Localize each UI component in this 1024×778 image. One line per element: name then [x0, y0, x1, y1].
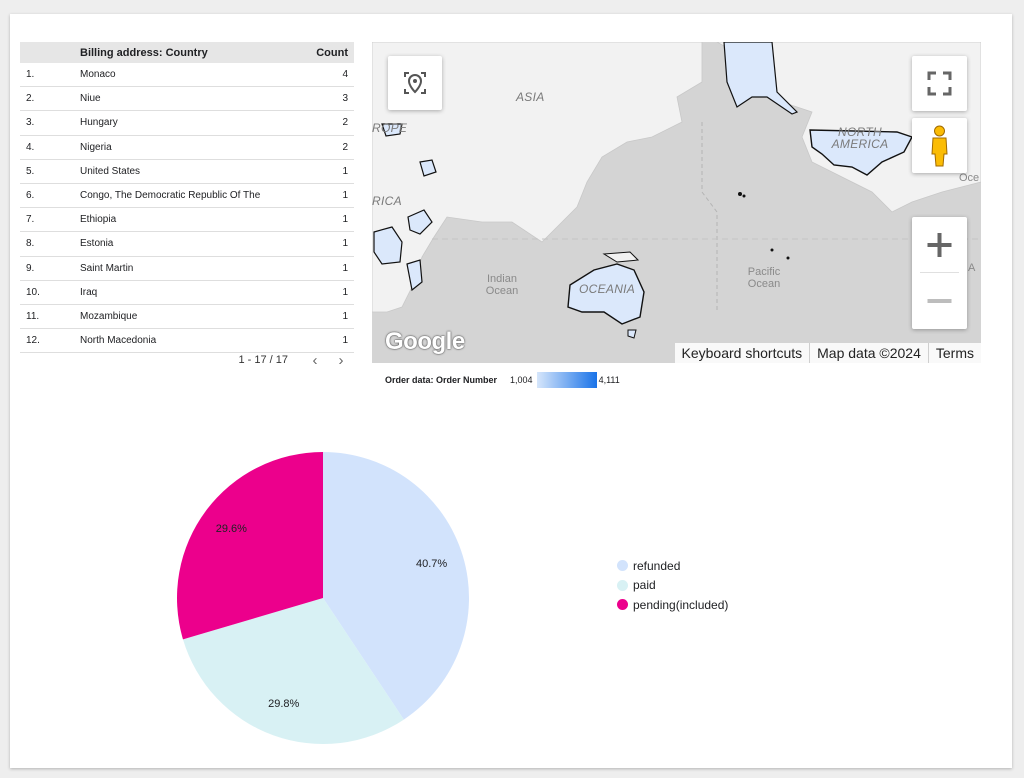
legend-label: paid	[633, 578, 656, 593]
pie-slice-label: 29.6%	[215, 522, 247, 535]
legend-dot-icon	[617, 560, 628, 572]
pie-legend: refunded paid pending(included)	[617, 556, 728, 615]
legend-label: pending(included)	[633, 597, 729, 612]
legend-dot-icon	[617, 579, 628, 591]
legend-label: refunded	[633, 558, 681, 573]
pie-chart	[177, 452, 469, 744]
pie-slice-label: 29.8%	[268, 698, 300, 711]
legend-item[interactable]: paid	[617, 576, 728, 596]
pie-slice-label: 40.7%	[416, 558, 448, 571]
legend-dot-icon	[617, 599, 628, 611]
legend-item[interactable]: pending(included)	[617, 595, 728, 615]
legend-item[interactable]: refunded	[617, 556, 728, 576]
